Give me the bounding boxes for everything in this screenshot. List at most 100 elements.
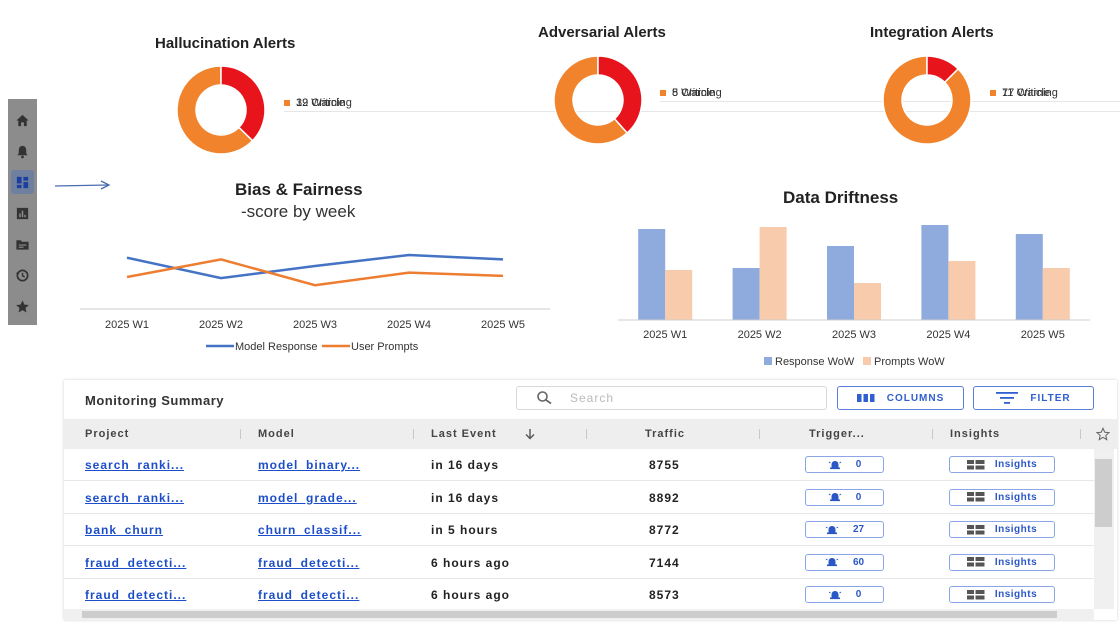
warning-swatch <box>990 90 996 96</box>
columns-button[interactable]: COLUMNS <box>837 386 964 410</box>
sidebar-item-home[interactable] <box>11 108 34 132</box>
model-link[interactable]: fraud_detecti... <box>258 556 359 570</box>
x-tick-label: 2025 W1 <box>105 319 149 331</box>
column-separator[interactable] <box>586 429 587 439</box>
bar <box>732 268 760 320</box>
sidebar-item-reports[interactable] <box>11 201 34 225</box>
star-icon <box>16 299 29 312</box>
insights-icon <box>966 589 985 599</box>
table-row[interactable]: search_ranki... model_binary... in 16 days… <box>64 449 1094 481</box>
adversarial-donut <box>553 55 643 145</box>
table-row[interactable]: fraud_detecti... fraud_detecti... 6 hours … <box>64 579 1094 611</box>
trigger-count: 0 <box>855 491 862 503</box>
monitoring-summary-card: Monitoring Summary Search COLUMNS FILTER… <box>64 380 1117 620</box>
columns-icon <box>856 394 875 402</box>
bar <box>827 246 854 320</box>
bar <box>759 227 787 320</box>
sidebar-item-alerts[interactable] <box>11 139 34 163</box>
table-header: Project Model Last Event Traffic Trigger… <box>64 419 1117 449</box>
series-line <box>126 258 504 287</box>
sidebar <box>8 99 37 325</box>
filter-label: FILTER <box>1030 392 1071 404</box>
integration-donut <box>882 55 972 145</box>
bar <box>1015 234 1043 320</box>
horizontal-scrollbar-thumb[interactable] <box>82 611 1057 618</box>
trigger-button[interactable]: 0 <box>805 586 884 603</box>
last-event-cell: in 16 days <box>431 458 500 472</box>
bias-fairness-title: Bias & Fairness <box>235 180 363 199</box>
model-link[interactable]: churn_classif... <box>258 523 361 537</box>
insights-icon <box>966 557 985 567</box>
alarm-icon <box>825 558 839 567</box>
insights-button[interactable]: Insights <box>949 456 1055 473</box>
warning-swatch <box>660 90 666 96</box>
x-tick-label: 2025 W4 <box>926 329 970 341</box>
table-row[interactable]: bank_churn churn_classif... in 5 hours 8772… <box>64 514 1094 546</box>
insights-button[interactable]: Insights <box>949 553 1055 571</box>
trigger-count: 27 <box>852 524 865 535</box>
x-tick-label: 2025 W1 <box>643 329 687 341</box>
header-traffic[interactable]: Traffic <box>645 428 685 440</box>
header-project[interactable]: Project <box>85 428 129 440</box>
x-tick-label: 2025 W4 <box>387 319 431 331</box>
header-insights[interactable]: Insights <box>950 428 1000 440</box>
data-driftness-bar-chart: 2025 W1 2025 W2 2025 W3 2025 W4 2025 W5 Respo… <box>618 225 1090 368</box>
filter-button[interactable]: FILTER <box>973 386 1094 410</box>
column-separator[interactable] <box>1080 429 1081 439</box>
trigger-button[interactable]: 0 <box>805 488 884 506</box>
search-placeholder: Search <box>570 391 615 405</box>
trigger-button[interactable]: 27 <box>805 521 884 538</box>
vertical-scrollbar[interactable] <box>1094 449 1114 609</box>
bar <box>665 270 693 320</box>
insights-label: Insights <box>994 556 1038 568</box>
sidebar-item-history[interactable] <box>11 263 34 287</box>
history-icon <box>15 269 29 281</box>
insights-button[interactable]: Insights <box>949 586 1055 603</box>
model-link[interactable]: model_grade... <box>258 491 357 505</box>
sidebar-item-favorites[interactable] <box>11 294 34 318</box>
traffic-cell: 8772 <box>649 523 680 537</box>
model-link[interactable]: fraud_detecti... <box>258 588 359 602</box>
column-separator[interactable] <box>932 429 933 439</box>
table-row[interactable]: fraud_detecti... fraud_detecti... 6 hours … <box>64 547 1094 579</box>
column-separator[interactable] <box>240 429 241 439</box>
project-link[interactable]: search_ranki... <box>85 458 184 472</box>
sidebar-item-dashboard[interactable] <box>11 170 34 194</box>
last-event-cell: in 5 hours <box>431 523 499 537</box>
bar <box>1042 268 1070 320</box>
model-link[interactable]: model_binary... <box>258 458 360 472</box>
x-tick-label: 2025 W3 <box>832 329 876 341</box>
project-link[interactable]: bank_churn <box>85 523 163 537</box>
header-trigger[interactable]: Trigger... <box>809 428 865 440</box>
column-separator[interactable] <box>413 429 414 439</box>
alarm-icon <box>828 493 841 502</box>
horizontal-scrollbar[interactable] <box>64 609 1094 620</box>
monitoring-summary-title: Monitoring Summary <box>85 393 225 408</box>
insights-button[interactable]: Insights <box>949 521 1055 538</box>
column-separator[interactable] <box>759 429 760 439</box>
legend-swatch <box>863 357 871 365</box>
project-link[interactable]: fraud_detecti... <box>85 556 186 570</box>
star-outline-icon[interactable] <box>1096 427 1110 441</box>
vertical-scrollbar-thumb[interactable] <box>1095 459 1112 527</box>
critical-slice <box>597 55 643 134</box>
traffic-cell: 8573 <box>649 588 680 602</box>
trigger-button[interactable]: 0 <box>805 456 884 473</box>
header-last-event[interactable]: Last Event <box>431 428 497 440</box>
bar <box>854 283 881 320</box>
project-link[interactable]: search_ranki... <box>85 491 184 505</box>
search-input[interactable]: Search <box>516 386 827 410</box>
trigger-button[interactable]: 60 <box>805 553 884 571</box>
alarm-icon <box>828 460 841 469</box>
x-tick-label: 2025 W2 <box>738 329 782 341</box>
table-row[interactable]: search_ranki... model_grade... in 16 days 8… <box>64 482 1094 514</box>
arrow-down-icon[interactable] <box>524 428 536 440</box>
insights-button[interactable]: Insights <box>949 488 1055 506</box>
project-link[interactable]: fraud_detecti... <box>85 588 186 602</box>
adversarial-alerts-title: Adversarial Alerts <box>538 24 666 41</box>
home-icon <box>16 114 29 126</box>
hallucination-alerts-title: Hallucination Alerts <box>155 35 296 52</box>
insights-icon <box>966 492 985 502</box>
header-model[interactable]: Model <box>258 428 295 440</box>
sidebar-item-files[interactable] <box>11 232 34 256</box>
